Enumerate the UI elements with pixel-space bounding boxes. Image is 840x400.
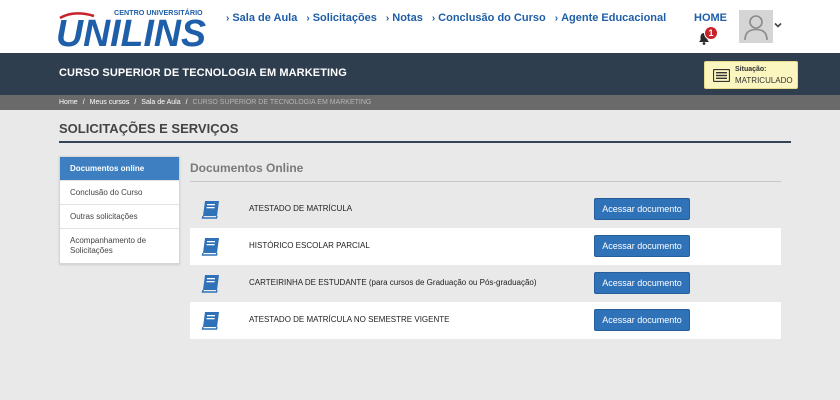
- breadcrumb: Home / Meus cursos / Sala de Aula / CURS…: [0, 95, 840, 110]
- sidebar-item-label: Acompanhamento de Solicitações: [70, 236, 147, 255]
- chevron-right-icon: ›: [431, 12, 436, 24]
- nav-item-label: Sala de Aula: [232, 12, 298, 24]
- home-link[interactable]: HOME: [694, 12, 727, 24]
- sidebar-item-label: Documentos online: [70, 163, 145, 173]
- course-title: CURSO SUPERIOR DE TECNOLOGIA EM MARKETIN…: [59, 67, 347, 79]
- sidebar-item-acompanhamento[interactable]: Acompanhamento de Solicitações: [60, 229, 179, 263]
- access-document-button[interactable]: Acessar documento: [594, 198, 690, 220]
- document-label: ATESTADO DE MATRÍCULA: [249, 204, 353, 213]
- logo-wordmark: UNILINS: [56, 13, 206, 50]
- chevron-right-icon: ›: [306, 12, 310, 24]
- breadcrumb-separator: /: [185, 99, 188, 106]
- breadcrumb-separator: /: [82, 99, 85, 106]
- sidebar-item-label: Outras solicitações: [70, 211, 138, 221]
- document-row: HISTÓRICO ESCOLAR PARCIAL Acessar docume…: [190, 228, 781, 265]
- nav-item-label: Agente Educacional: [561, 12, 667, 24]
- breadcrumb-sala-de-aula[interactable]: Sala de Aula: [141, 99, 180, 106]
- user-avatar-icon: [744, 15, 768, 41]
- sidebar-menu: Documentos online Conclusão do Curso Out…: [59, 156, 180, 264]
- status-label: Situação:: [735, 66, 767, 73]
- nav-item-solicitacoes[interactable]: › Solicitações: [306, 12, 377, 24]
- title-divider: [59, 141, 791, 143]
- sidebar-item-documentos-online[interactable]: Documentos online: [60, 157, 179, 181]
- main-nav: › Sala de Aula › Solicitações › Notas › …: [226, 12, 666, 24]
- nav-item-label: Solicitações: [312, 12, 377, 24]
- course-banner: CURSO SUPERIOR DE TECNOLOGIA EM MARKETIN…: [0, 53, 840, 95]
- document-list: ATESTADO DE MATRÍCULA Acessar documento …: [190, 191, 781, 339]
- sidebar-item-outras-solicitacoes[interactable]: Outras solicitações: [60, 205, 179, 229]
- breadcrumb-meus-cursos[interactable]: Meus cursos: [90, 99, 130, 106]
- nav-item-label: Notas: [392, 12, 423, 24]
- book-icon: [201, 275, 219, 293]
- book-icon: [201, 201, 219, 219]
- content-title: Documentos Online: [190, 161, 304, 175]
- nav-item-conclusao-do-curso[interactable]: › Conclusão do Curso: [432, 12, 546, 24]
- document-label: ATESTADO DE MATRÍCULA NO SEMESTRE VIGENT…: [249, 315, 450, 324]
- document-row: ATESTADO DE MATRÍCULA NO SEMESTRE VIGENT…: [190, 302, 781, 339]
- document-label: HISTÓRICO ESCOLAR PARCIAL: [249, 241, 370, 250]
- nav-item-label: Conclusão do Curso: [438, 12, 546, 24]
- nav-item-sala-de-aula[interactable]: › Sala de Aula: [226, 12, 297, 24]
- nav-item-agente-educacional[interactable]: › Agente Educacional: [555, 12, 666, 24]
- access-document-button[interactable]: Acessar documento: [594, 272, 690, 294]
- sidebar-item-label: Conclusão do Curso: [70, 187, 143, 197]
- notification-count-badge: 1: [704, 26, 718, 40]
- breadcrumb-home[interactable]: Home: [59, 99, 78, 106]
- user-avatar[interactable]: [739, 10, 773, 43]
- nav-item-notas[interactable]: › Notas: [386, 12, 423, 24]
- content-divider: [190, 181, 781, 182]
- document-label: CARTEIRINHA DE ESTUDANTE (para cursos de…: [249, 278, 537, 287]
- id-card-icon: [713, 69, 730, 82]
- access-document-button[interactable]: Acessar documento: [594, 235, 690, 257]
- page-title: SOLICITAÇÕES E SERVIÇOS: [59, 121, 239, 136]
- book-icon: [201, 238, 219, 256]
- chevron-right-icon: ›: [226, 12, 230, 24]
- book-icon: [201, 312, 219, 330]
- breadcrumb-separator: /: [134, 99, 137, 106]
- access-document-button[interactable]: Acessar documento: [594, 309, 690, 331]
- chevron-right-icon: ›: [385, 12, 390, 24]
- unilins-logo[interactable]: CENTRO UNIVERSITÁRIO UNILINS: [54, 6, 210, 50]
- enrollment-status-box: Situação: MATRICULADO: [704, 61, 798, 89]
- breadcrumb-current: CURSO SUPERIOR DE TECNOLOGIA EM MARKETIN…: [192, 99, 372, 106]
- top-header: CENTRO UNIVERSITÁRIO UNILINS › Sala de A…: [0, 0, 840, 53]
- document-row: ATESTADO DE MATRÍCULA Acessar documento: [190, 191, 781, 228]
- chevron-right-icon: ›: [554, 12, 559, 24]
- chevron-down-icon[interactable]: [774, 21, 782, 29]
- sidebar-item-conclusao-do-curso[interactable]: Conclusão do Curso: [60, 181, 179, 205]
- document-row: CARTEIRINHA DE ESTUDANTE (para cursos de…: [190, 265, 781, 302]
- status-value: MATRICULADO: [735, 76, 793, 85]
